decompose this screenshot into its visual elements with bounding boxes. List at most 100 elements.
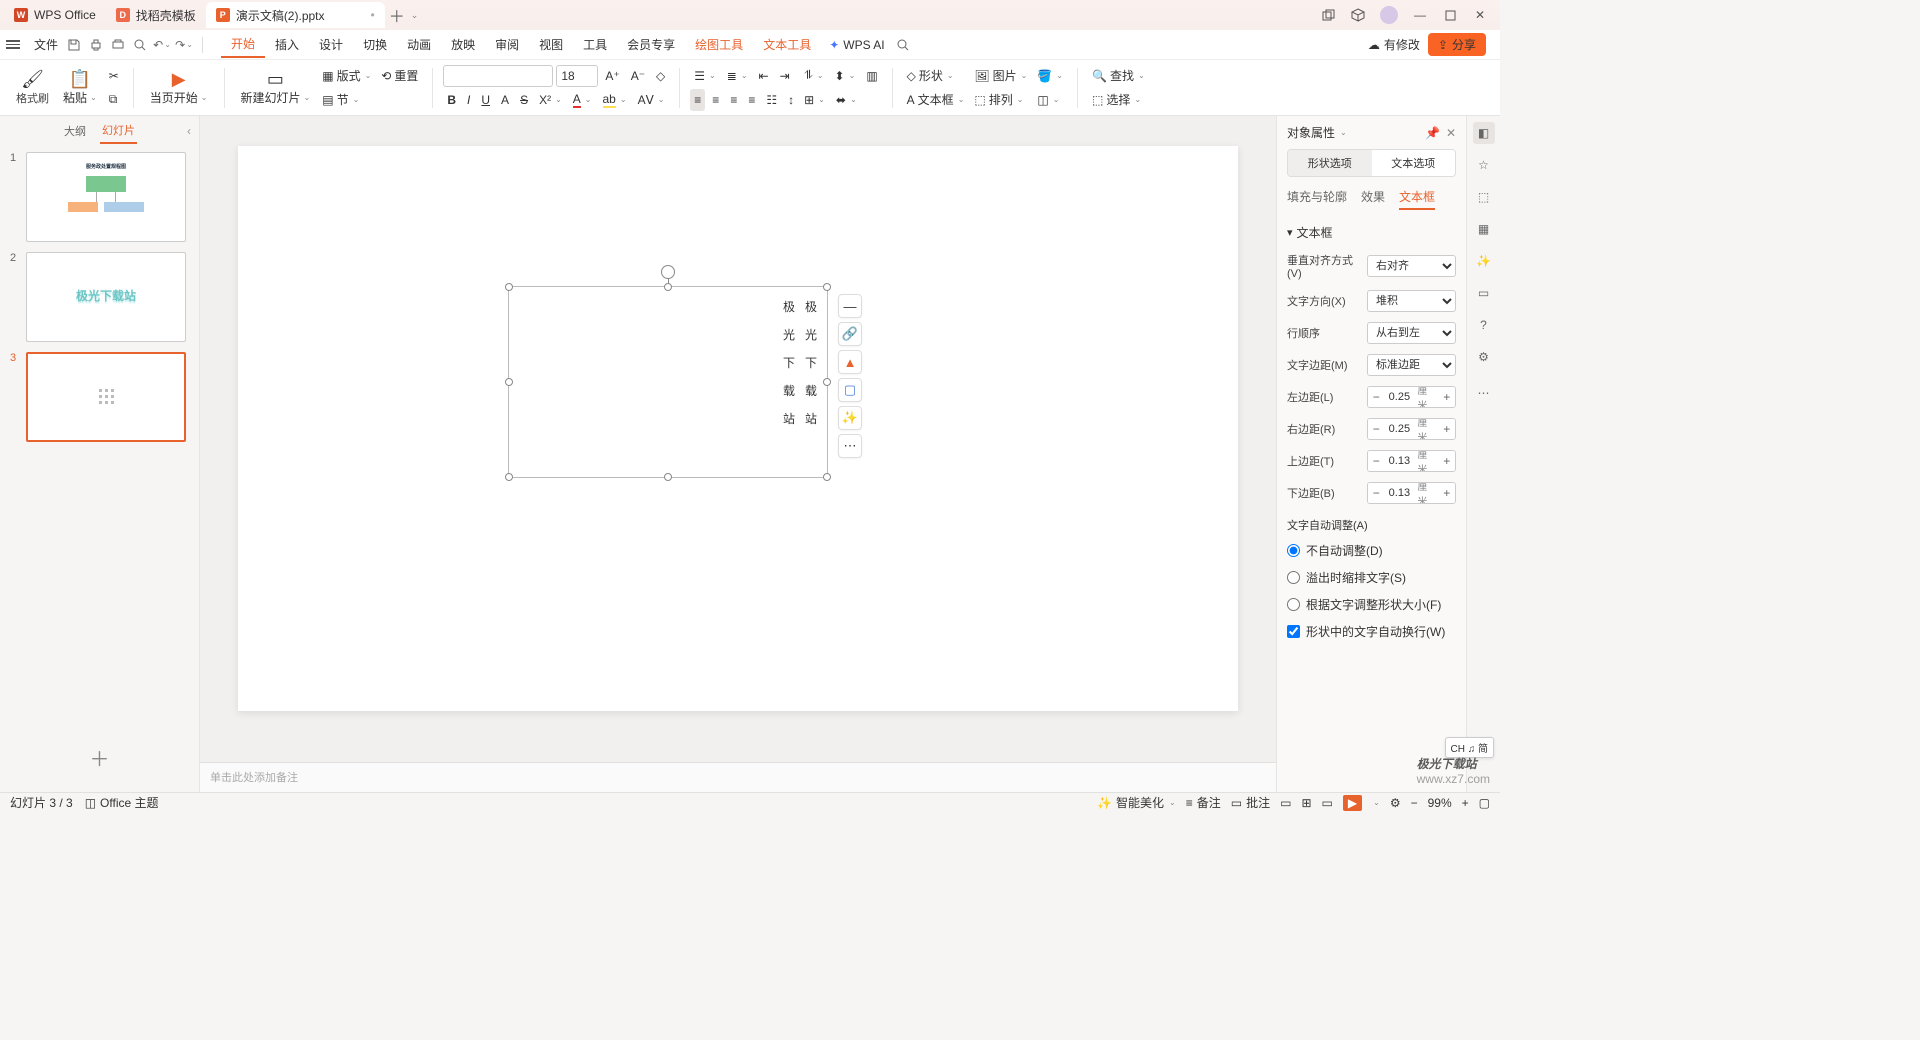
resize-handle-e[interactable] (823, 378, 831, 386)
shape-button[interactable]: ◇形状⌄ (903, 65, 969, 87)
float-more-button[interactable]: ⋯ (838, 434, 862, 458)
close-panel-button[interactable]: ✕ (1446, 126, 1456, 140)
new-tab-button[interactable]: ＋ (385, 3, 409, 27)
undo-icon[interactable]: ↶⌄ (152, 35, 172, 55)
more-sidebar-button[interactable]: ⋯ (1473, 382, 1495, 404)
copy-button[interactable]: ⧉ (105, 89, 123, 111)
selected-textbox[interactable]: 极光下载站 极光下载站 (508, 286, 828, 478)
slide-canvas[interactable]: 极光下载站 极光下载站 — 🔗 ▲ ▢ ✨ ⋯ (238, 146, 1238, 711)
slides-tab[interactable]: 幻灯片 (100, 118, 137, 144)
align-right-button[interactable]: ≡ (726, 89, 741, 111)
italic-button[interactable]: I (463, 89, 474, 111)
line-spacing-button[interactable]: ↕ (784, 89, 798, 111)
print-icon[interactable] (108, 35, 128, 55)
autofit-shrink-radio[interactable]: 溢出时缩排文字(S) (1287, 569, 1456, 586)
paste-button[interactable]: 📋粘贴⌄ (57, 65, 103, 111)
top-margin-spinner[interactable]: −厘米+ (1367, 450, 1456, 472)
quick-style-button[interactable]: ◫⌄ (1033, 89, 1067, 111)
format-painter-button[interactable]: 🖌格式刷 (10, 65, 55, 111)
tab-view[interactable]: 视图 (529, 32, 573, 57)
effects-sidebar-button[interactable]: ✨ (1473, 250, 1495, 272)
save-icon[interactable] (64, 35, 84, 55)
valign-select[interactable]: 右对齐 (1367, 255, 1456, 277)
font-size-select[interactable] (556, 65, 598, 87)
cube-icon[interactable] (1350, 7, 1366, 23)
direction-select[interactable]: 堆积 (1367, 290, 1456, 312)
strike-button[interactable]: S (516, 89, 532, 111)
maximize-button[interactable] (1442, 7, 1458, 23)
underline-button[interactable]: U (477, 89, 494, 111)
increase-font-button[interactable]: A⁺ (601, 65, 623, 87)
minimize-button[interactable]: — (1412, 7, 1428, 23)
new-slide-button[interactable]: ▭新建幻灯片⌄ (235, 65, 317, 111)
resize-handle-nw[interactable] (505, 283, 513, 291)
select-button[interactable]: ⬚选择⌄ (1088, 89, 1149, 111)
fit-window-button[interactable]: ▢ (1479, 796, 1490, 810)
clear-format-button[interactable]: ◇ (652, 65, 669, 87)
tab-design[interactable]: 设计 (309, 32, 353, 57)
templates-sidebar-button[interactable]: ▦ (1473, 218, 1495, 240)
window-restore-icon[interactable] (1320, 7, 1336, 23)
tab-text-tools[interactable]: 文本工具 (753, 32, 821, 57)
share-button[interactable]: ⇪分享 (1428, 33, 1486, 56)
cut-button[interactable]: ✂ (105, 65, 123, 87)
notes-pane[interactable]: 单击此处添加备注 (200, 762, 1276, 792)
text-direction-button[interactable]: ⥮⌄ (800, 65, 827, 87)
arrange-button[interactable]: ⬚排列⌄ (970, 89, 1031, 111)
picture-button[interactable]: 🖼图片⌄ (970, 65, 1031, 87)
tab-member[interactable]: 会员专享 (617, 32, 685, 57)
decrease-font-button[interactable]: A⁻ (627, 65, 649, 87)
wps-ai-button[interactable]: ✦WPS AI (821, 38, 892, 52)
properties-sidebar-button[interactable]: ◧ (1473, 122, 1495, 144)
float-minus-button[interactable]: — (838, 294, 862, 318)
font-color-button[interactable]: A⌄ (569, 89, 596, 111)
convert-smartart-button[interactable]: ⊞⌄ (800, 89, 829, 111)
outline-tab[interactable]: 大纲 (62, 119, 88, 143)
text-effects-button[interactable]: AⅤ⌄ (634, 89, 669, 111)
settings-sidebar-button[interactable]: ⚙ (1473, 346, 1495, 368)
slideshow-view-button[interactable]: ▶ (1343, 795, 1362, 811)
float-fill-button[interactable]: ▲ (838, 350, 862, 374)
align-center-button[interactable]: ≡ (708, 89, 723, 111)
tab-wps-office[interactable]: W WPS Office (4, 2, 106, 28)
tab-slideshow[interactable]: 放映 (441, 32, 485, 57)
zoom-level[interactable]: 99% (1428, 796, 1452, 810)
float-effects-button[interactable]: ✨ (838, 406, 862, 430)
fill-button[interactable]: 🪣⌄ (1033, 65, 1067, 87)
find-button[interactable]: 🔍查找⌄ (1088, 65, 1149, 87)
font-family-select[interactable] (443, 65, 553, 87)
theme-indicator[interactable]: ◫Office 主题 (85, 794, 159, 811)
user-avatar[interactable] (1380, 6, 1398, 24)
sorter-view-button[interactable]: ⊞ (1301, 796, 1311, 810)
autofit-none-radio[interactable]: 不自动调整(D) (1287, 542, 1456, 559)
favorites-sidebar-button[interactable]: ☆ (1473, 154, 1495, 176)
slide-thumbnail-3[interactable] (26, 352, 186, 442)
textbox-tab[interactable]: 文本框 (1399, 185, 1435, 210)
smart-beautify-button[interactable]: ✨智能美化⌄ (1097, 794, 1176, 811)
wrap-checkbox[interactable]: 形状中的文字自动换行(W) (1287, 623, 1456, 640)
notes-toggle[interactable]: ≡备注 (1186, 794, 1221, 811)
section-button[interactable]: ▤节⌄ (318, 89, 375, 111)
tab-insert[interactable]: 插入 (265, 32, 309, 57)
layout-button[interactable]: ▦版式⌄ (318, 65, 375, 87)
add-slide-button[interactable]: ＋ (0, 723, 199, 792)
redo-icon[interactable]: ↷⌄ (174, 35, 194, 55)
reading-view-button[interactable]: ▭ (1322, 796, 1333, 810)
zoom-out-button[interactable]: − (1411, 796, 1418, 810)
resize-handle-sw[interactable] (505, 473, 513, 481)
align-left-button[interactable]: ≡ (690, 89, 705, 111)
comments-toggle[interactable]: ▭批注 (1231, 794, 1270, 811)
columns-button[interactable]: ▥ (862, 65, 881, 87)
search-icon[interactable] (893, 35, 913, 55)
bottom-margin-spinner[interactable]: −厘米+ (1367, 482, 1456, 504)
tab-current-document[interactable]: P 演示文稿(2).pptx • (206, 2, 385, 28)
settings-status-button[interactable]: ⚙ (1390, 796, 1401, 810)
highlight-button[interactable]: ab⌄ (599, 89, 631, 111)
bold-button[interactable]: B (443, 89, 460, 111)
resize-handle-s[interactable] (664, 473, 672, 481)
text-options-tab[interactable]: 文本选项 (1372, 150, 1456, 176)
library-sidebar-button[interactable]: ▭ (1473, 282, 1495, 304)
sync-status[interactable]: ☁有修改 (1368, 36, 1420, 53)
zoom-in-button[interactable]: + (1462, 796, 1469, 810)
new-tab-dropdown[interactable]: ⌄ (411, 10, 419, 21)
